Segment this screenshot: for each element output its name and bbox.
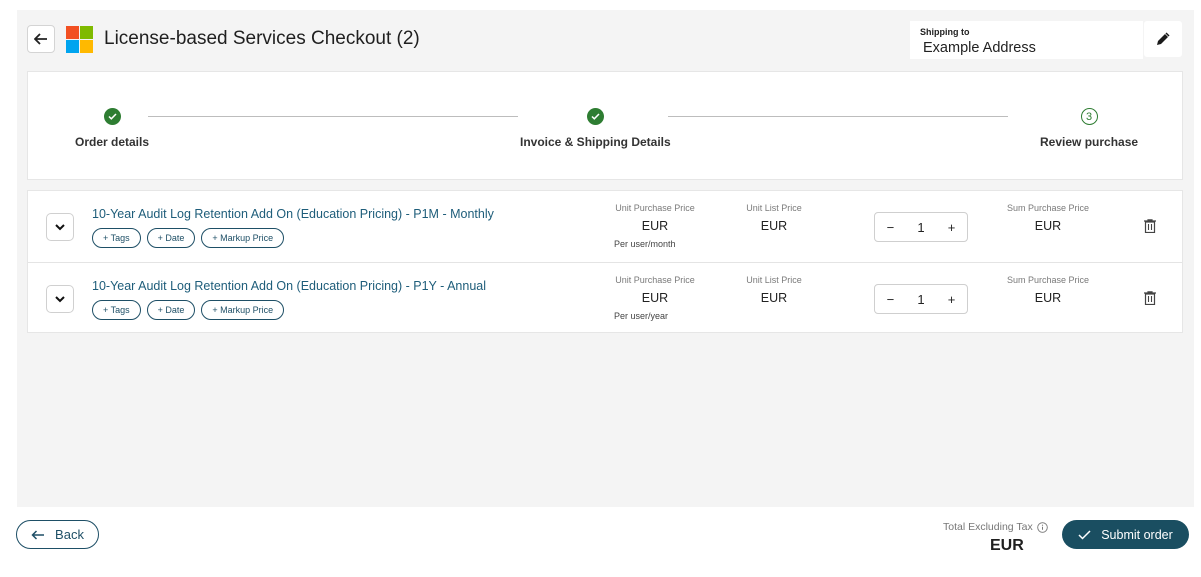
arrow-left-icon xyxy=(31,529,45,540)
trash-icon xyxy=(1144,219,1156,233)
trash-icon xyxy=(1144,291,1156,305)
header-back-button[interactable] xyxy=(27,25,55,53)
item-chips: + Tags + Date + Markup Price xyxy=(92,228,285,248)
price-value: EUR xyxy=(1034,219,1062,233)
back-label: Back xyxy=(55,527,84,542)
price-value: EUR xyxy=(641,291,669,305)
column-label: Sum Purchase Price xyxy=(1006,203,1090,213)
check-icon xyxy=(1078,529,1091,540)
step-connector xyxy=(148,116,518,117)
column-label: Unit Purchase Price xyxy=(615,275,695,285)
step-label: Review purchase xyxy=(1040,135,1139,149)
billing-period: Per user/year xyxy=(614,311,669,321)
item-chips: + Tags + Date + Markup Price xyxy=(92,300,285,320)
item-title-link[interactable]: 10-Year Audit Log Retention Add On (Educ… xyxy=(92,279,486,293)
price-value: EUR xyxy=(760,219,788,233)
unit-purchase-price: Unit Purchase Price EUR xyxy=(610,203,700,233)
increment-button[interactable]: + xyxy=(948,292,956,307)
price-value: EUR xyxy=(760,291,788,305)
total-label-text: Total Excluding Tax xyxy=(943,521,1033,533)
add-markup-price-chip[interactable]: + Markup Price xyxy=(201,300,285,320)
billing-period: Per user/month xyxy=(614,239,676,249)
sum-purchase-price: Sum Purchase Price EUR xyxy=(998,275,1098,305)
total-value: EUR xyxy=(990,537,1024,554)
submit-label: Submit order xyxy=(1101,527,1173,542)
submit-order-button[interactable]: Submit order xyxy=(1062,520,1189,549)
delete-item-button[interactable] xyxy=(1142,289,1158,307)
quantity-value[interactable]: 1 xyxy=(917,292,924,307)
unit-list-price: Unit List Price EUR xyxy=(739,203,809,233)
check-icon xyxy=(586,108,604,125)
price-value: EUR xyxy=(1034,291,1062,305)
step-invoice-shipping[interactable]: Invoice & Shipping Details xyxy=(520,108,671,149)
add-tags-chip[interactable]: + Tags xyxy=(92,300,141,320)
add-date-chip[interactable]: + Date xyxy=(146,300,196,320)
column-label: Unit Purchase Price xyxy=(615,203,695,213)
item-title-link[interactable]: 10-Year Audit Log Retention Add On (Educ… xyxy=(92,207,494,221)
quantity-value[interactable]: 1 xyxy=(917,220,924,235)
add-markup-price-chip[interactable]: + Markup Price xyxy=(201,228,285,248)
chevron-down-icon xyxy=(55,223,65,230)
shipping-address-card: Shipping to Example Address xyxy=(910,21,1143,59)
step-order-details[interactable]: Order details xyxy=(75,108,149,149)
step-review-purchase[interactable]: 3 Review purchase xyxy=(1040,108,1138,149)
microsoft-logo xyxy=(66,26,93,53)
expand-item-button[interactable] xyxy=(46,285,74,313)
unit-list-price: Unit List Price EUR xyxy=(739,275,809,305)
checkout-stepper: Order details Invoice & Shipping Details… xyxy=(27,71,1183,180)
quantity-stepper: − 1 + xyxy=(874,212,968,242)
cart-item-row: 10-Year Audit Log Retention Add On (Educ… xyxy=(28,262,1182,333)
shipping-label: Shipping to xyxy=(920,27,970,37)
column-label: Unit List Price xyxy=(746,203,802,213)
footer-back-button[interactable]: Back xyxy=(16,520,99,549)
add-date-chip[interactable]: + Date xyxy=(146,228,196,248)
chevron-down-icon xyxy=(55,295,65,302)
decrement-button[interactable]: − xyxy=(887,220,895,235)
expand-item-button[interactable] xyxy=(46,213,74,241)
total-label: Total Excluding Tax xyxy=(943,521,1048,533)
column-label: Sum Purchase Price xyxy=(1006,275,1090,285)
column-label: Unit List Price xyxy=(746,275,802,285)
add-tags-chip[interactable]: + Tags xyxy=(92,228,141,248)
info-icon[interactable] xyxy=(1036,521,1048,533)
decrement-button[interactable]: − xyxy=(887,292,895,307)
arrow-left-icon xyxy=(34,33,47,45)
quantity-stepper: − 1 + xyxy=(874,284,968,314)
step-connector xyxy=(668,116,1008,117)
cart-items-list: 10-Year Audit Log Retention Add On (Educ… xyxy=(27,190,1183,333)
step-number-badge: 3 xyxy=(1080,108,1098,125)
shipping-address-value: Example Address xyxy=(923,40,1036,56)
sum-purchase-price: Sum Purchase Price EUR xyxy=(998,203,1098,233)
step-label: Order details xyxy=(75,135,150,149)
step-label: Invoice & Shipping Details xyxy=(520,135,671,149)
delete-item-button[interactable] xyxy=(1142,217,1158,235)
cart-item-row: 10-Year Audit Log Retention Add On (Educ… xyxy=(28,191,1182,262)
pencil-icon xyxy=(1157,32,1170,45)
check-icon xyxy=(103,108,121,125)
edit-shipping-button[interactable] xyxy=(1144,21,1182,57)
page-title: License-based Services Checkout (2) xyxy=(104,28,420,49)
price-value: EUR xyxy=(641,219,669,233)
unit-purchase-price: Unit Purchase Price EUR xyxy=(610,275,700,305)
increment-button[interactable]: + xyxy=(948,220,956,235)
